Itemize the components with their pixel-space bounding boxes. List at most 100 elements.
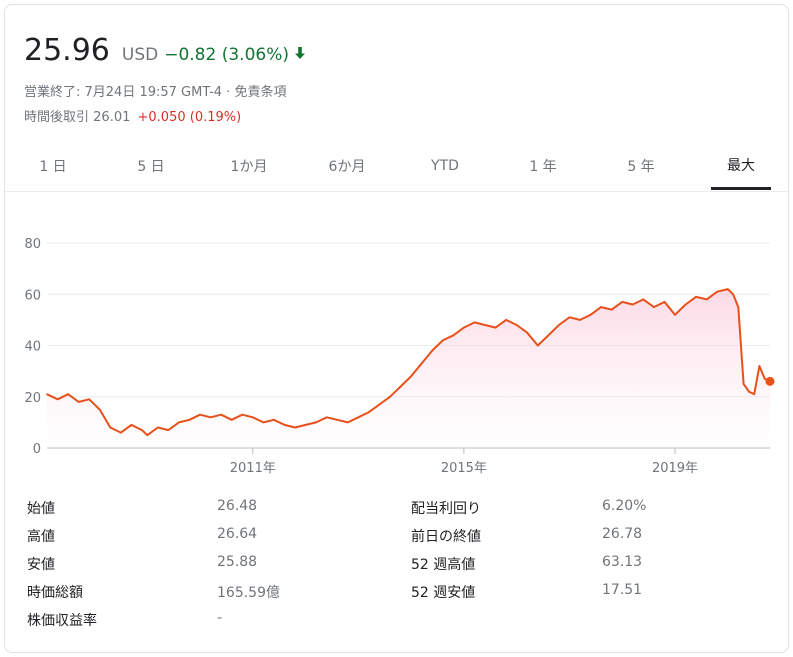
price-change: −0.82 (3.06%)	[164, 45, 289, 65]
tab-ytd[interactable]: YTD	[405, 143, 485, 189]
price-point	[684, 303, 687, 306]
price-point	[716, 290, 718, 293]
price-point	[347, 421, 349, 424]
tab-5d[interactable]: 5 日	[111, 143, 191, 189]
tab-5y[interactable]: 5 年	[601, 143, 681, 189]
stat-value-52w-high: 63.13	[602, 554, 643, 570]
after-hours: 時間後取引 26.01 +0.050 (0.19%)	[24, 106, 241, 125]
price-point	[130, 424, 133, 426]
price-point	[621, 301, 623, 303]
price-point	[399, 385, 402, 388]
stat-label-market-cap: 時価総額	[27, 585, 83, 601]
price-point	[88, 398, 90, 401]
after-hours-change: +0.050 (0.19%)	[137, 110, 242, 125]
stat-value-52w-low: 17.51	[602, 582, 643, 598]
price-point	[315, 421, 317, 424]
y-tick-label: 80	[24, 237, 41, 252]
price-point	[141, 429, 143, 431]
stat-row: 始値 26.48 配当利回り 6.20%	[27, 498, 767, 526]
price-point	[283, 424, 286, 426]
price-point	[220, 413, 222, 416]
price-point	[209, 416, 212, 419]
stat-value-high: 26.64	[217, 526, 258, 542]
price-point	[674, 314, 676, 316]
price-point	[325, 416, 328, 419]
price-point	[537, 344, 539, 347]
price-point	[357, 416, 360, 419]
tab-6m[interactable]: 6か月	[307, 143, 387, 189]
stat-value-pe-ratio: -	[217, 610, 223, 626]
price-point	[558, 324, 560, 326]
price-point	[742, 383, 745, 385]
stat-row: 安値 25.88 52 週高値 63.13	[27, 554, 767, 582]
price-point	[442, 339, 444, 342]
price-point	[763, 378, 766, 380]
price-chart-svg: 0 20 40 60 80 2011年 2015年 2019年	[24, 237, 775, 476]
price-point	[77, 401, 80, 403]
stat-row: 時価総額 165.59億 52 週安値 17.51	[27, 582, 767, 610]
tab-1y[interactable]: 1 年	[503, 143, 583, 189]
price-point	[463, 326, 465, 329]
price-point	[294, 426, 296, 429]
tab-max[interactable]: 最大	[711, 143, 771, 190]
price-point	[67, 393, 69, 395]
stat-label-52w-low: 52 週安値	[411, 585, 476, 601]
price-point	[526, 331, 528, 334]
stat-value-dividend-yield: 6.20%	[602, 498, 647, 514]
price-point	[178, 421, 180, 424]
range-tabs: 1 日 5 日 1か月 6か月 YTD 1 年 5 年 最大	[5, 143, 788, 192]
price-area	[47, 289, 770, 448]
price-point	[642, 298, 645, 301]
price-point	[732, 293, 734, 296]
arrow-down-icon	[294, 45, 306, 65]
stat-label-prev-close: 前日の終値	[411, 529, 481, 545]
after-hours-price: 26.01	[93, 110, 131, 125]
price-point	[737, 306, 740, 308]
stat-row: 高値 26.64 前日の終値 26.78	[27, 526, 767, 554]
x-tick-label: 2015年	[441, 461, 487, 476]
price-point	[505, 319, 507, 321]
stat-label-dividend-yield: 配当利回り	[411, 501, 481, 517]
price-point	[568, 316, 571, 319]
price-point	[109, 426, 112, 429]
stat-label-open: 始値	[27, 501, 55, 517]
current-price-dot	[765, 376, 775, 386]
stat-label-pe-ratio: 株価収益率	[27, 613, 97, 629]
price-point	[167, 429, 170, 431]
price-point	[579, 319, 581, 321]
price-point	[589, 314, 592, 316]
price-point	[389, 396, 391, 398]
y-tick-label: 20	[24, 391, 41, 406]
price-point	[241, 413, 244, 416]
price-point	[368, 411, 370, 413]
stat-label-high: 高値	[27, 529, 55, 545]
price-point	[252, 416, 254, 419]
price-point	[753, 393, 755, 395]
tab-1d[interactable]: 1 日	[13, 143, 93, 189]
price-point	[120, 431, 122, 434]
price-point	[378, 403, 381, 406]
stat-value-prev-close: 26.78	[602, 526, 643, 542]
price-point	[199, 413, 201, 416]
price-point	[230, 419, 233, 421]
price-point	[653, 306, 655, 308]
finance-card: 25.96 USD −0.82 (3.06%) 営業終了: 7月24日 19:5…	[4, 4, 789, 653]
price-point	[56, 398, 59, 401]
price-point	[420, 362, 423, 365]
price-point	[748, 390, 750, 393]
price-point	[600, 306, 602, 308]
stock-price: 25.96	[24, 33, 110, 68]
price-chart[interactable]: 0 20 40 60 80 2011年 2015年 2019年	[5, 195, 788, 485]
y-tick-label: 0	[33, 442, 41, 457]
price-point	[494, 326, 497, 329]
x-tick-label: 2019年	[652, 461, 698, 476]
stat-value-low: 25.88	[217, 554, 258, 570]
stat-value-market-cap: 165.59億	[217, 585, 280, 601]
tab-1m[interactable]: 1か月	[209, 143, 289, 189]
x-tick-label: 2011年	[230, 461, 276, 476]
price-point	[273, 419, 275, 421]
currency-label: USD	[121, 45, 159, 65]
price-point	[705, 298, 708, 301]
price-point	[46, 393, 48, 395]
price-point	[484, 324, 486, 326]
